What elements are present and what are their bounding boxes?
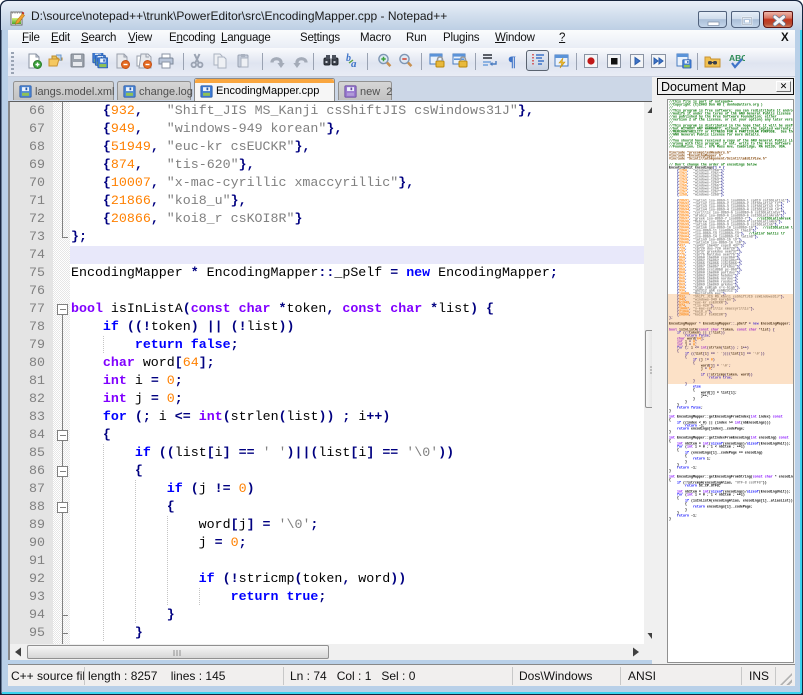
svg-text:a: a bbox=[351, 58, 357, 69]
svg-text:ABC: ABC bbox=[729, 53, 745, 63]
svg-text:¶: ¶ bbox=[508, 54, 516, 69]
